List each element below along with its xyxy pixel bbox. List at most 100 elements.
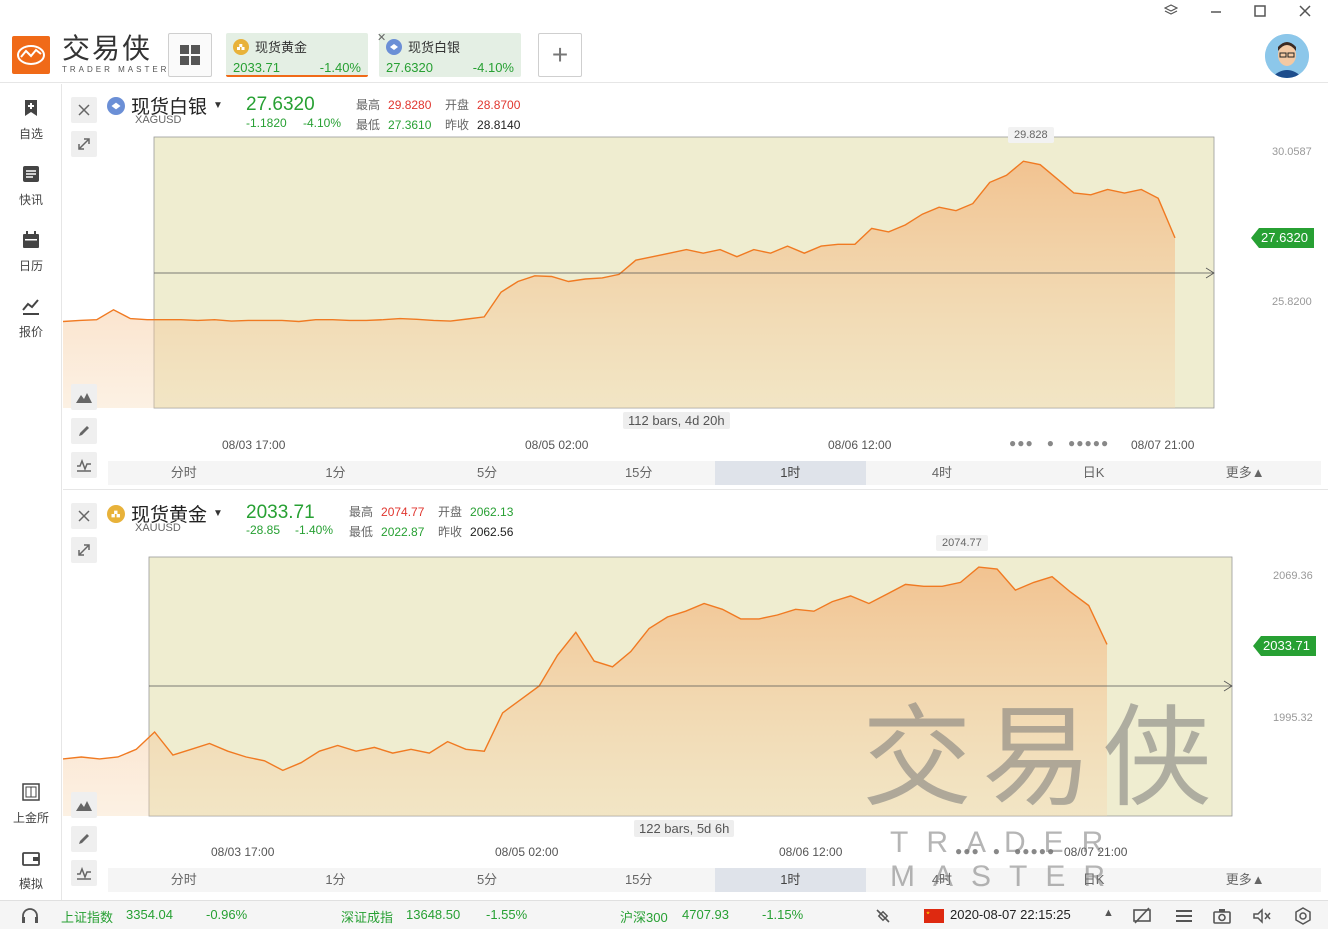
mountain-icon — [76, 393, 92, 403]
stat-low: 最低 27.3610 — [356, 118, 432, 132]
period-1m[interactable]: 1分 — [260, 868, 412, 892]
watermark-logo: 交易侠 — [862, 694, 1222, 822]
mute-icon[interactable] — [1252, 907, 1272, 928]
close-panel-button[interactable] — [71, 503, 97, 529]
sidebar-item-quotes[interactable]: 报价 — [0, 296, 62, 340]
index-hs-value: 4707.93 — [682, 907, 729, 922]
headset-icon[interactable] — [20, 907, 40, 928]
tab-gold[interactable]: 现货黄金 2033.71 -1.40% — [226, 33, 368, 77]
app-logo-icon — [12, 36, 50, 74]
period-1h[interactable]: 1时 — [714, 868, 867, 892]
silver-coin-icon — [386, 38, 402, 55]
index-sh-label[interactable]: 上证指数 — [61, 907, 113, 926]
news-icon — [23, 166, 39, 182]
logo-cn: 交易侠 — [62, 32, 153, 65]
tab-close-icon[interactable]: ✕ — [377, 31, 386, 44]
status-bar: 上证指数 3354.04 -0.96% 深证成指 13648.50 -1.55%… — [0, 900, 1328, 929]
china-flag-icon — [924, 909, 944, 926]
indicator-button[interactable] — [71, 860, 97, 886]
chart-type-button[interactable] — [71, 384, 97, 410]
close-window-icon[interactable] — [1295, 4, 1315, 21]
period-15m[interactable]: 15分 — [563, 461, 715, 485]
x-tick-label: 08/03 17:00 — [211, 845, 275, 859]
grid-icon — [180, 45, 200, 65]
index-sz-value: 13648.50 — [406, 907, 461, 922]
stat-open: 开盘 2062.13 — [438, 505, 514, 519]
sidebar-item-simulate[interactable]: 模拟 — [0, 848, 62, 892]
chart-type-button[interactable] — [71, 792, 97, 818]
close-panel-button[interactable] — [71, 97, 97, 123]
plus-icon: + — [551, 39, 569, 70]
sidebar-item-sge[interactable]: 上金所 — [0, 782, 62, 826]
price-chart-silver[interactable] — [63, 84, 1328, 434]
sidebar: 自选 快讯 日历 报价 上金所 模拟 — [0, 84, 62, 900]
sidebar-item-calendar[interactable]: 日历 — [0, 230, 62, 274]
settings-icon[interactable] — [1293, 907, 1313, 928]
stat-high: 最高 2074.77 — [349, 505, 425, 519]
last-price-tag: 27.6320 — [1251, 228, 1314, 248]
bars-count-label: 112 bars, 4d 20h — [623, 412, 730, 429]
menu-icon[interactable] — [1174, 907, 1194, 928]
period-bar: 分时 1分 5分 15分 1时 4时 日K 更多▲ — [108, 461, 1321, 485]
tab-gold-name: 现货黄金 — [255, 40, 308, 55]
sidebar-item-label: 上金所 — [12, 811, 49, 825]
tab-silver[interactable]: ✕ 现货白银 27.6320 -4.10% — [377, 31, 521, 77]
symbol-change: -1.1820 — [246, 116, 287, 130]
period-5m[interactable]: 5分 — [411, 461, 563, 485]
tab-silver-name: 现货白银 — [408, 40, 461, 55]
close-icon — [78, 510, 90, 522]
draw-tool-button[interactable] — [71, 826, 97, 852]
x-tick-label: 08/06 12:00 — [779, 845, 843, 859]
period-tick[interactable]: 分时 — [108, 868, 260, 892]
bookmark-add-icon — [25, 100, 37, 116]
period-1h[interactable]: 1时 — [714, 461, 867, 485]
camera-icon[interactable] — [1212, 907, 1232, 928]
sidebar-item-label: 报价 — [18, 325, 43, 339]
wallet-icon — [22, 852, 40, 866]
bars-count-label: 122 bars, 5d 6h — [634, 820, 735, 837]
index-sz-label[interactable]: 深证成指 — [341, 907, 393, 926]
expand-panel-button[interactable] — [71, 537, 97, 563]
x-tick-label: 08/03 17:00 — [222, 438, 286, 452]
draw-tool-button[interactable] — [71, 418, 97, 444]
x-tick-label: 08/07 21:00 — [1131, 438, 1195, 452]
add-tab-button[interactable]: + — [538, 33, 582, 77]
close-icon — [78, 104, 90, 116]
tab-gold-price: 2033.71 — [233, 60, 280, 75]
period-tick[interactable]: 分时 — [108, 461, 260, 485]
satellite-icon[interactable] — [874, 907, 892, 928]
layout-grid-button[interactable] — [168, 33, 212, 77]
stat-high: 最高 29.8280 — [356, 98, 432, 112]
y-axis-top: 2069.36 — [1273, 570, 1313, 582]
avatar-icon — [1265, 34, 1309, 78]
period-15m[interactable]: 15分 — [563, 868, 715, 892]
y-axis-top: 30.0587 — [1272, 146, 1312, 158]
scroll-dots[interactable]: ●●● ● ●●●●● — [1009, 436, 1109, 450]
period-1m[interactable]: 1分 — [260, 461, 412, 485]
period-5m[interactable]: 5分 — [411, 868, 563, 892]
x-tick-label: 08/06 12:00 — [828, 438, 892, 452]
stat-prev-close: 昨收 2062.56 — [438, 525, 514, 539]
indicator-icon — [77, 866, 91, 880]
index-hs-label[interactable]: 沪深300 — [620, 907, 668, 926]
minimize-icon[interactable] — [1206, 4, 1226, 21]
watermark-text: TRADER MASTER — [890, 826, 1124, 893]
user-avatar[interactable] — [1265, 34, 1309, 78]
expand-panel-button[interactable] — [71, 131, 97, 157]
sidebar-item-news[interactable]: 快讯 — [0, 164, 62, 208]
gold-coin-icon — [233, 38, 249, 55]
caret-up-icon[interactable]: ▲ — [1103, 907, 1114, 919]
period-daily[interactable]: 日K — [1018, 461, 1170, 485]
y-axis-mid: 1995.32 — [1273, 712, 1313, 724]
sidebar-item-watchlist[interactable]: 自选 — [0, 98, 62, 142]
period-4h[interactable]: 4时 — [866, 461, 1018, 485]
period-more[interactable]: 更多▲ — [1169, 461, 1321, 485]
mountain-icon — [76, 801, 92, 811]
y-axis-mid: 25.8200 — [1272, 296, 1312, 308]
indicator-button[interactable] — [71, 452, 97, 478]
exchange-icon — [22, 783, 40, 801]
layers-icon[interactable] — [1161, 4, 1181, 21]
screen-off-icon[interactable] — [1132, 907, 1152, 928]
maximize-icon[interactable] — [1250, 4, 1270, 21]
stat-open: 开盘 28.8700 — [445, 98, 521, 112]
